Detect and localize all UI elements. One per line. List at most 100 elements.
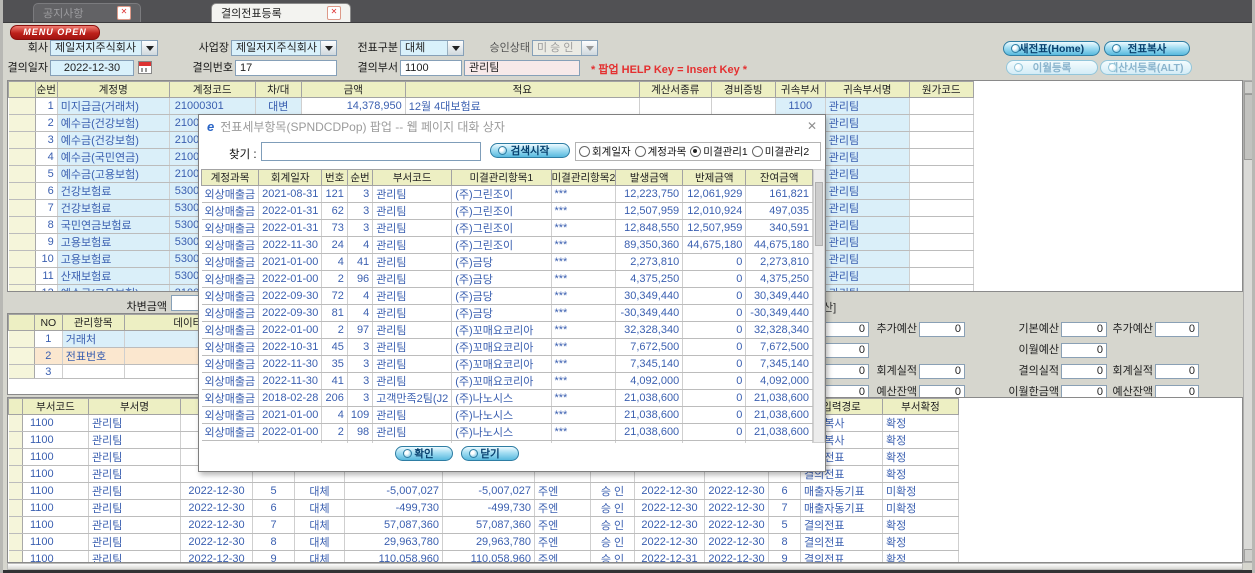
cell[interactable]: 206 xyxy=(321,389,348,407)
cell[interactable]: 관리팀 xyxy=(372,253,453,271)
cell[interactable] xyxy=(8,482,23,500)
cell[interactable]: (주)그린조이 xyxy=(451,236,552,254)
cell[interactable]: *** xyxy=(551,202,617,220)
cell[interactable]: (주)나노시스 xyxy=(451,423,552,441)
column-header[interactable]: 원가코드 xyxy=(908,81,974,98)
table-row[interactable]: 1100 관리팀 2022-12-30 7 대체 57,087,360 57,087,360… xyxy=(8,516,959,534)
column-header[interactable]: 계정코드 xyxy=(168,81,256,98)
cell[interactable]: 0 xyxy=(682,270,747,288)
column-header[interactable]: 번호 xyxy=(321,169,348,186)
cell[interactable]: 110,058,960 xyxy=(344,550,443,562)
cell[interactable]: (주)꼬매요코리아 xyxy=(451,355,552,373)
column-header[interactable]: 부서명 xyxy=(88,398,181,415)
cell[interactable]: 승 인 xyxy=(590,516,635,534)
cell[interactable]: *** xyxy=(551,338,617,356)
cell[interactable] xyxy=(639,97,712,115)
cell[interactable]: 1100 xyxy=(22,516,89,534)
cell[interactable]: 대변 xyxy=(255,97,302,115)
column-header[interactable]: 적요 xyxy=(404,81,640,98)
table-row[interactable]: 외상매출금 2022-01-31 62 3 관리팀 (주)그린조이 *** 12,507,95… xyxy=(201,202,813,220)
cell[interactable]: 14,378,950 xyxy=(301,97,406,115)
cell[interactable]: 2 xyxy=(321,321,348,339)
cell[interactable]: 30,349,440 xyxy=(615,287,684,305)
cell[interactable]: *** xyxy=(551,389,617,407)
popup-scrollbar-thumb[interactable] xyxy=(815,182,823,246)
cell[interactable]: 29,963,780 xyxy=(344,533,443,551)
cell[interactable]: 12,507,959 xyxy=(615,202,684,220)
cell[interactable]: 7 xyxy=(252,516,295,534)
budget-input[interactable]: 0 xyxy=(919,322,965,337)
cell[interactable]: 1 xyxy=(35,97,58,115)
cell[interactable]: 주엔 xyxy=(534,499,591,517)
tab-voucher-register[interactable]: 결의전표등록 ✕ xyxy=(211,3,351,22)
table-row[interactable]: 1100 관리팀 2022-12-30 8 대체 29,963,780 29,963,780… xyxy=(8,533,959,551)
cell[interactable]: 1100 xyxy=(22,499,89,517)
cell[interactable]: (주)네오피에스 xyxy=(451,440,552,443)
cell[interactable]: 관리팀 xyxy=(372,185,453,203)
close-button[interactable]: 닫기 xyxy=(461,446,519,461)
cell[interactable]: *** xyxy=(551,287,617,305)
cell[interactable]: (주)그린조이 xyxy=(451,202,552,220)
cell[interactable]: 외상매출금 xyxy=(201,287,260,305)
cell[interactable]: 관리팀 xyxy=(372,270,453,288)
cell[interactable]: 외상매출금 xyxy=(201,423,260,441)
cell[interactable]: 3 xyxy=(347,372,374,390)
cell[interactable]: *** xyxy=(551,270,617,288)
cell[interactable]: 확정 xyxy=(882,465,959,483)
radio-icon[interactable] xyxy=(690,146,702,157)
cell[interactable]: 2022-01-31 xyxy=(258,219,323,237)
cell[interactable]: 2022-09-30 xyxy=(258,304,323,322)
cell[interactable]: 관리팀 xyxy=(372,372,453,390)
decision-date-input[interactable]: 2022-12-30 xyxy=(50,60,134,76)
cell[interactable]: 2022-01-00 xyxy=(258,423,323,441)
cell[interactable]: 2,273,810 xyxy=(745,253,813,271)
cell[interactable]: 29,963,780 xyxy=(442,533,535,551)
company-select[interactable]: 제일저지주식회사 xyxy=(50,40,158,56)
cell[interactable]: 2 xyxy=(34,347,63,365)
cell[interactable]: 관리팀 xyxy=(372,355,453,373)
cell[interactable]: 4 xyxy=(347,236,374,254)
cell[interactable]: 8 xyxy=(35,216,58,234)
column-header[interactable]: 차/대 xyxy=(254,81,302,98)
cell[interactable]: 외상매출금 xyxy=(201,270,260,288)
table-row[interactable]: 외상매출금2017-01-00458관리팀(주)네오피에스***6,324,95… xyxy=(201,440,813,443)
column-header[interactable]: 계산서종류 xyxy=(638,81,712,98)
cell[interactable]: 1100 xyxy=(22,482,89,500)
cell[interactable]: 3 xyxy=(35,131,58,149)
cell[interactable]: 관리팀 xyxy=(88,414,181,432)
slip-type-select[interactable]: 대체 xyxy=(400,40,464,56)
cell[interactable] xyxy=(8,465,23,483)
cell[interactable]: 미지급금(거래처) xyxy=(57,97,170,115)
cell[interactable]: 2022-12-30 xyxy=(634,533,705,551)
table-row[interactable]: 1100 관리팀 2022-12-30 5 대체 -5,007,027 -5,007,027… xyxy=(8,482,959,500)
cell[interactable]: 외상매출금 xyxy=(201,202,260,220)
cell[interactable]: 121 xyxy=(321,185,348,203)
cell[interactable]: 0 xyxy=(682,423,747,441)
cell[interactable] xyxy=(8,114,36,132)
cell[interactable]: 외상매출금 xyxy=(201,355,260,373)
cell[interactable]: 주엔 xyxy=(534,550,591,562)
cell[interactable] xyxy=(8,131,36,149)
cell[interactable]: 32,328,340 xyxy=(615,321,684,339)
cell[interactable]: 관리팀 xyxy=(372,236,453,254)
cell[interactable]: -5,007,027 xyxy=(344,482,443,500)
cell[interactable]: 3 xyxy=(347,219,374,237)
cell[interactable]: 2017-01-00 xyxy=(258,440,323,443)
cell[interactable]: 12,223,750 xyxy=(615,185,684,203)
scroll-down-icon[interactable] xyxy=(1244,549,1252,562)
cell[interactable]: 미확정 xyxy=(882,482,959,500)
cell[interactable]: 8 xyxy=(768,533,801,551)
cell[interactable]: 340,591 xyxy=(745,219,813,237)
cell[interactable] xyxy=(711,97,776,115)
cell[interactable]: 109 xyxy=(347,406,374,424)
cell[interactable]: 4 xyxy=(347,287,374,305)
cell[interactable] xyxy=(909,165,974,183)
cell[interactable]: 2022-12-30 xyxy=(634,516,705,534)
column-header[interactable]: 부서확정 xyxy=(882,398,959,415)
cell[interactable] xyxy=(8,431,23,449)
column-header[interactable]: 금액 xyxy=(300,81,406,98)
cell[interactable]: 건강보험료 xyxy=(57,182,170,200)
column-header[interactable]: 발생금액 xyxy=(615,169,684,186)
cell[interactable]: 7,345,140 xyxy=(615,355,684,373)
cell[interactable]: -499,730 xyxy=(344,499,443,517)
